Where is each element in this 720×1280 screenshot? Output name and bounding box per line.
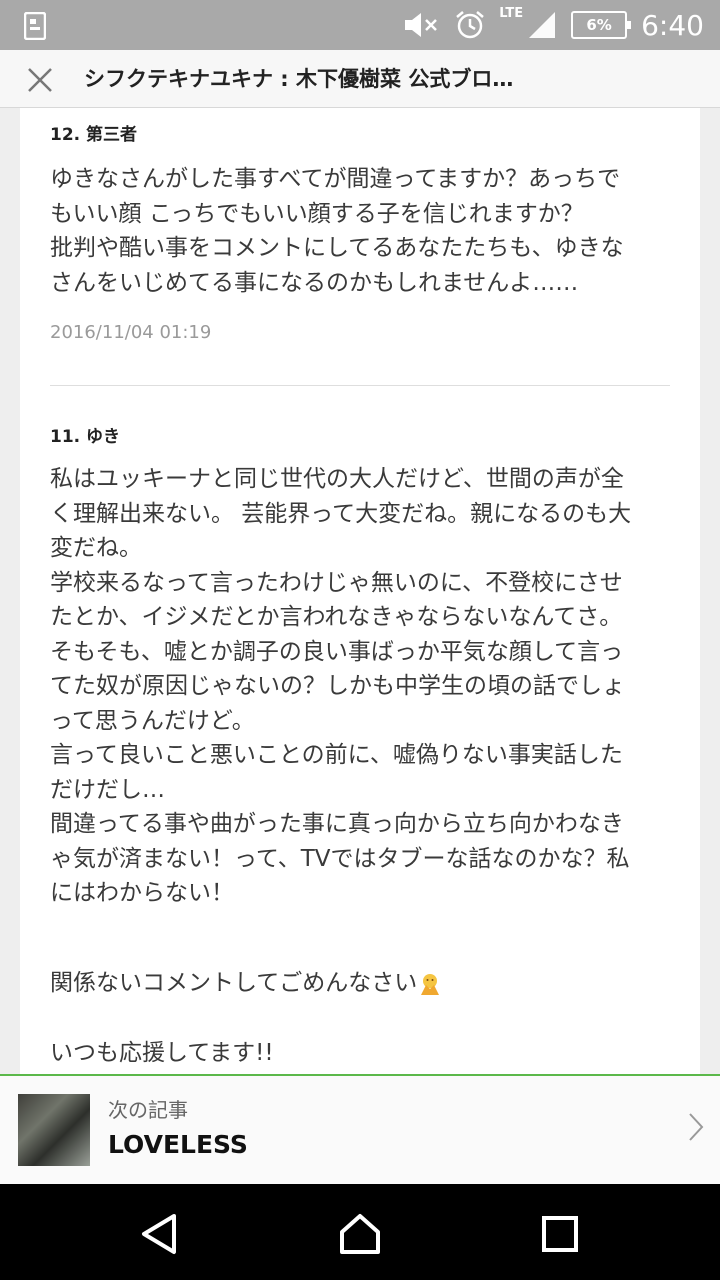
back-icon[interactable] bbox=[138, 1212, 182, 1256]
comment-body-wrap: 私はユッキーナと同じ世代の大人だけど、世間の声が全 く理解出来ない。 芸能界って… bbox=[50, 462, 670, 911]
next-article-bar[interactable]: 次の記事 LOVELESS bbox=[0, 1074, 720, 1184]
battery-level: 6% bbox=[586, 16, 612, 34]
close-icon[interactable] bbox=[26, 66, 54, 94]
comment-author: 11. ゆき bbox=[50, 427, 121, 447]
status-bar: LTE 6% 6:40 bbox=[0, 0, 720, 50]
comment-body-wrap: ゆきなさんがした事すべてが間違ってますか？あっちで もいい顔 こっちでもいい顔す… bbox=[50, 162, 670, 300]
next-article-thumbnail[interactable] bbox=[18, 1094, 90, 1166]
clock: 6:40 bbox=[641, 8, 704, 42]
comment-apology: 関係ないコメントしてごめんなさい bbox=[50, 970, 418, 996]
comment-date: 2016/11/04 01:19 bbox=[50, 322, 212, 343]
battery-icon: 6% bbox=[571, 11, 632, 39]
alarm-icon bbox=[456, 11, 485, 39]
home-icon[interactable] bbox=[338, 1212, 382, 1256]
comment-body: ゆきなさんがした事すべてが間違ってますか？あっちで もいい顔 こっちでもいい顔す… bbox=[50, 166, 624, 296]
mute-icon bbox=[405, 13, 438, 37]
next-article-label: 次の記事 bbox=[108, 1098, 188, 1122]
recents-icon[interactable] bbox=[538, 1212, 582, 1256]
navigation-bar bbox=[0, 1184, 720, 1280]
divider bbox=[50, 385, 670, 386]
comment-author: 12. 第三者 bbox=[50, 125, 138, 145]
status-icons: LTE 6% 6:40 bbox=[403, 0, 704, 50]
comment-list[interactable]: 12. 第三者 ゆきなさんがした事すべてが間違ってますか？あっちで もいい顔 こ… bbox=[20, 108, 700, 1074]
praying-emoji-icon bbox=[421, 973, 440, 995]
notification-icon bbox=[24, 12, 46, 40]
comment-body: 私はユッキーナと同じ世代の大人だけど、世間の声が全 く理解出来ない。 芸能界って… bbox=[50, 466, 632, 906]
comment-closing: いつも応援してます!! bbox=[50, 1040, 274, 1066]
comment-date-wrap: 2016/11/04 01:19 bbox=[50, 322, 670, 343]
comment-item: 11. ゆき bbox=[50, 422, 670, 447]
next-article-title[interactable]: LOVELESS bbox=[108, 1130, 248, 1159]
comment-apology-wrap: 関係ないコメントしてごめんなさい bbox=[50, 966, 670, 1001]
comment-apology-line: 関係ないコメントしてごめんなさい bbox=[50, 966, 670, 1001]
chevron-right-icon[interactable] bbox=[688, 1112, 704, 1142]
comment-closing-wrap: いつも応援してます!! bbox=[50, 1036, 670, 1071]
comment-item: 12. 第三者 bbox=[50, 120, 670, 145]
page-title: シフクテキナユキナ : 木下優樹菜 公式ブロ… bbox=[84, 67, 514, 91]
signal-icon bbox=[529, 12, 556, 38]
network-type: LTE bbox=[499, 5, 524, 21]
title-bar: シフクテキナユキナ : 木下優樹菜 公式ブロ… bbox=[0, 50, 720, 108]
